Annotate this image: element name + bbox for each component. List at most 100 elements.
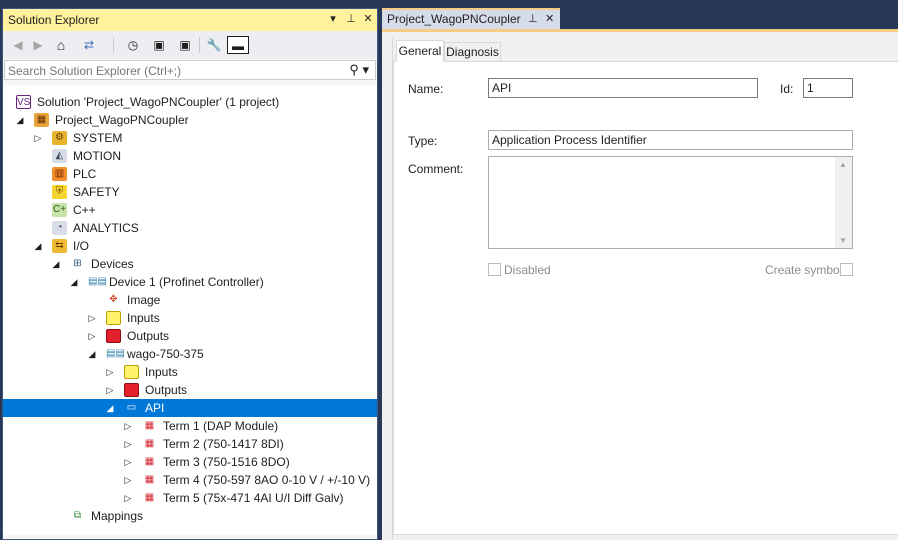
search-icon[interactable]: ⚲ ▾ [349,62,369,78]
comment-scrollbar[interactable]: ▲ ▼ [835,157,852,248]
id-field[interactable] [803,78,853,98]
tree-item-label: Solution 'Project_WagoPNCoupler' (1 proj… [37,95,280,109]
search-box[interactable]: ⚲ ▾ [4,60,376,80]
tree-item[interactable]: C+ C++ [3,201,377,219]
tab-general[interactable]: General [396,40,444,62]
collapsed-arrow-icon[interactable]: ▷ [123,420,133,432]
scroll-up-icon[interactable]: ▲ [839,160,847,169]
window-position-dropdown-icon[interactable]: ▾ [325,11,341,28]
comment-label: Comment: [408,162,464,176]
scroll-down-icon[interactable]: ▼ [839,236,847,245]
tree-item[interactable]: ◢ ▭ API [3,399,377,417]
tree-item[interactable]: ▷ ▦ Term 2 (750-1417 8DI) [3,435,377,453]
tree-item-label: Devices [91,257,134,271]
name-label: Name: [408,82,444,96]
collapsed-arrow-icon[interactable]: ▷ [123,474,133,486]
solution-explorer-title-bar: Solution Explorer ▾ ⊥ ✕ [3,9,377,31]
tree-item[interactable]: ▷ ⚙ SYSTEM [3,129,377,147]
outputs-icon [106,329,121,343]
tree-item[interactable]: ◢ ⊞ Devices [3,255,377,273]
type-field[interactable] [488,130,853,150]
create-symbols-checkbox[interactable] [840,263,853,276]
collapsed-arrow-icon[interactable]: ▷ [123,492,133,504]
tree-item-label: Term 4 (750-597 8AO 0-10 V / +/-10 V) [163,473,371,487]
disabled-checkbox[interactable] [488,263,501,276]
tree-item[interactable]: ▷ ▦ Term 4 (750-597 8AO 0-10 V / +/-10 V) [3,471,377,489]
toolbar-separator [199,37,200,53]
tree-item[interactable]: ◢ ▤▤ wago-750-375 [3,345,377,363]
tree-item[interactable]: ▷ ▦ Term 5 (75x-471 4AI U/I Diff Galv) [3,489,377,507]
collapse-all-icon[interactable]: ▣ [151,36,167,54]
tree-item[interactable]: ◔ ANALYTICS [3,219,377,237]
tree-item[interactable]: ◢ ▦ Project_WagoPNCoupler [3,111,377,129]
document-tab[interactable]: Project_WagoPNCoupler ⊥ ✕ [382,8,560,29]
collapsed-arrow-icon[interactable]: ▷ [87,330,97,342]
name-field[interactable] [488,78,758,98]
tree-item-label: Outputs [127,329,170,343]
collapsed-arrow-icon[interactable]: ▷ [33,132,43,144]
tree-item-label: Mappings [91,509,144,523]
tree-item-label: Device 1 (Profinet Controller) [109,275,264,289]
tree-item-label: Outputs [145,383,188,397]
tree-item[interactable]: ⛨ SAFETY [3,183,377,201]
document-tab-title: Project_WagoPNCoupler [387,12,521,26]
tree-item-label: Image [127,293,161,307]
close-icon[interactable]: ✕ [360,11,376,28]
tree-item-label: PLC [73,167,97,181]
safety-icon: ⛨ [52,185,67,199]
search-input[interactable] [8,63,338,78]
tree-item[interactable]: ▷ ▦ Term 3 (750-1516 8DO) [3,453,377,471]
tree-item[interactable]: ◭ MOTION [3,147,377,165]
properties-wrench-icon[interactable]: 🔧 [206,36,222,54]
tab-diagnosis[interactable]: Diagnosis [444,42,501,62]
sync-with-active-document-icon[interactable]: ⇄ [77,36,101,54]
tab-pin-icon[interactable]: ⊥ [528,12,538,25]
tree-item[interactable]: ▷ Outputs [3,327,377,345]
io-icon: ⇆ [52,239,67,253]
tree-item[interactable]: ✥ Image [3,291,377,309]
tree-item[interactable]: ◢ ⇆ I/O [3,237,377,255]
expanded-arrow-icon[interactable]: ◢ [69,276,79,288]
tree-item-label: C++ [73,203,96,217]
show-all-files-icon[interactable]: ▣ [177,36,193,54]
expanded-arrow-icon[interactable]: ◢ [87,348,97,360]
tab-close-icon[interactable]: ✕ [545,12,554,25]
collapsed-arrow-icon[interactable]: ▷ [87,312,97,324]
expanded-arrow-icon[interactable]: ◢ [33,240,43,252]
general-properties-panel: Name: Id: Type: Comment: ▲ ▼ Disabled Cr… [393,61,898,535]
expanded-arrow-icon[interactable]: ◢ [51,258,61,270]
tree-item-label: Term 1 (DAP Module) [163,419,279,433]
tree-item[interactable]: ▷ Inputs [3,363,377,381]
tree-item-label: Inputs [127,311,160,325]
tree-item[interactable]: ▷ Inputs [3,309,377,327]
project-icon: ▦ [34,113,49,127]
tree-item[interactable]: ▥ PLC [3,165,377,183]
image-icon: ✥ [109,294,118,305]
collapsed-arrow-icon[interactable]: ▷ [123,438,133,450]
tree-item[interactable]: VS Solution 'Project_WagoPNCoupler' (1 pr… [3,93,377,111]
tree-item[interactable]: ⧉ Mappings [3,507,377,525]
collapsed-arrow-icon[interactable]: ▷ [123,456,133,468]
system-icon: ⚙ [52,131,67,145]
tree-item-label: Term 5 (75x-471 4AI U/I Diff Galv) [163,491,344,505]
collapsed-arrow-icon[interactable]: ▷ [105,366,115,378]
tree-item-label: ANALYTICS [73,221,139,235]
solution-explorer-toolbar: ◀ ▶ ⌂ ⇄ ◷ ▣ ▣ 🔧 ▬ [3,31,377,59]
pending-changes-filter-icon[interactable]: ◷ [121,36,145,54]
terminal-icon: ▦ [144,420,155,431]
profinet-device-icon: ▤▤ [88,276,107,287]
collapsed-arrow-icon[interactable]: ▷ [105,384,115,396]
home-icon[interactable]: ⌂ [53,36,69,54]
expanded-arrow-icon[interactable]: ◢ [105,402,115,414]
forward-icon[interactable]: ▶ [31,36,45,54]
tree-item-label: I/O [73,239,90,253]
tree-item[interactable]: ▷ ▦ Term 1 (DAP Module) [3,417,377,435]
pin-icon[interactable]: ⊥ [343,11,359,28]
expanded-arrow-icon[interactable]: ◢ [15,114,25,126]
back-icon[interactable]: ◀ [11,36,25,54]
comment-textarea[interactable]: ▲ ▼ [488,156,853,249]
disabled-label: Disabled [504,263,551,277]
tree-item[interactable]: ◢ ▤▤ Device 1 (Profinet Controller) [3,273,377,291]
preview-selected-items-icon[interactable]: ▬ [227,36,249,54]
tree-item[interactable]: ▷ Outputs [3,381,377,399]
